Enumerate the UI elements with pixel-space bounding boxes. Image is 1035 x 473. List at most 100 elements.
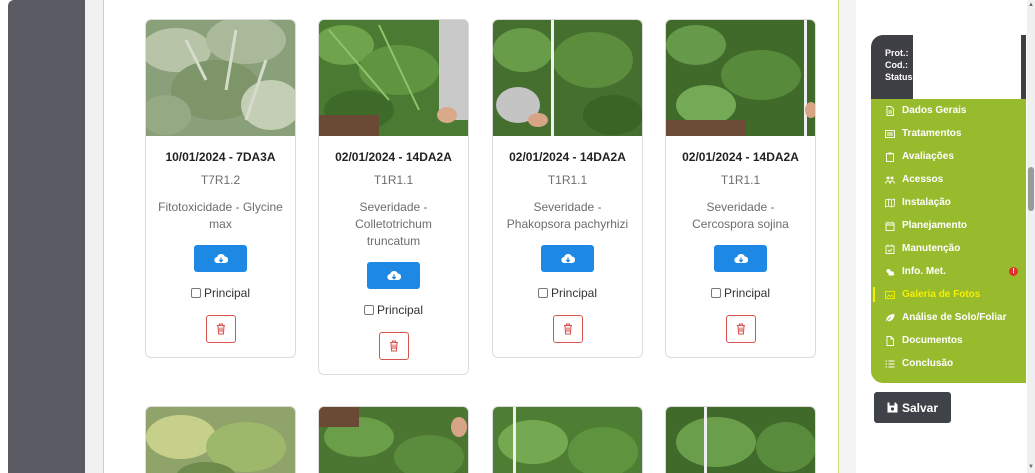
- download-button[interactable]: [194, 245, 247, 272]
- plant-photo[interactable]: [319, 407, 468, 473]
- right-gutter: [839, 0, 856, 473]
- photo-description: Fitotoxicidade - Glycine max: [158, 200, 283, 231]
- checklist-icon: [885, 360, 895, 367]
- redacted-area: [913, 35, 1021, 99]
- sidebar-item-label: Análise de Solo/Foliar: [902, 312, 1007, 323]
- plant-photo[interactable]: [319, 20, 468, 136]
- photo-date-title: 02/01/2024 - 14DA2A: [335, 150, 452, 164]
- principal-label: Principal: [376, 303, 424, 317]
- sidebar-item-label: Galeria de Fotos: [902, 289, 981, 300]
- sidebar-item-tratamentos[interactable]: Tratamentos: [871, 122, 1026, 145]
- sidebar-item-conclusao[interactable]: Conclusão: [871, 352, 1026, 375]
- sidebar-item-manutencao[interactable]: Manutenção: [871, 237, 1026, 260]
- sidebar-item-label: Instalação: [902, 197, 951, 208]
- clipboard-icon: [886, 152, 894, 162]
- download-button[interactable]: [541, 245, 594, 272]
- trash-icon: [216, 323, 225, 335]
- map-icon: [885, 197, 895, 208]
- sidebar-item-galeria-de-fotos[interactable]: Galeria de Fotos: [871, 283, 1026, 306]
- app-page: 10/01/2024 - 7DA3A T7R1.2 Fitotoxicidade…: [0, 0, 1035, 473]
- photo-card: [145, 406, 296, 473]
- sidebar-item-planejamento[interactable]: Planejamento: [871, 214, 1026, 237]
- principal-checkbox[interactable]: [190, 288, 201, 298]
- sidebar-item-label: Planejamento: [902, 220, 968, 231]
- left-gutter: [85, 0, 103, 473]
- principal-checkbox-row[interactable]: Principal: [493, 286, 642, 300]
- principal-label: Principal: [203, 286, 251, 300]
- warning-badge-icon: !: [1009, 267, 1018, 276]
- photo-card: 02/01/2024 - 14DA2A T1R1.1 Severidade - …: [318, 19, 469, 375]
- photo-code: T1R1.1: [720, 173, 761, 187]
- photo-description: Severidade - Cercospora sojina: [692, 200, 789, 231]
- weather-icon: [886, 268, 895, 275]
- sidebar-item-avaliacoes[interactable]: Avaliações: [871, 145, 1026, 168]
- save-button[interactable]: Salvar: [874, 392, 951, 423]
- delete-button[interactable]: [205, 315, 236, 343]
- photo-code: T1R1.1: [373, 173, 414, 187]
- photo-card: [492, 406, 643, 473]
- delete-button[interactable]: [378, 332, 409, 360]
- sidebar-item-label: Dados Gerais: [902, 105, 967, 116]
- sidebar-item-label: Manutenção: [902, 243, 961, 254]
- photo-code: T7R1.2: [200, 173, 241, 187]
- principal-checkbox[interactable]: [363, 305, 374, 315]
- photo-date-title: 02/01/2024 - 14DA2A: [509, 150, 626, 164]
- principal-checkbox[interactable]: [710, 288, 721, 298]
- photo-description: Severidade - Phakopsora pachyrhizi: [506, 200, 629, 231]
- photo-card: 02/01/2024 - 14DA2A T1R1.1 Severidade - …: [492, 19, 643, 358]
- sidebar-item-documentos[interactable]: Documentos: [871, 329, 1026, 352]
- file-icon: [886, 105, 894, 116]
- principal-checkbox-row[interactable]: Principal: [666, 286, 815, 300]
- right-sidebar: Prot.: Cod.: Status: Dados Gerais Tratam…: [856, 0, 1035, 473]
- sidebar-item-label: Conclusão: [902, 358, 954, 369]
- document-icon: [886, 335, 894, 346]
- principal-checkbox-row[interactable]: Principal: [146, 286, 295, 300]
- download-button[interactable]: [714, 245, 767, 272]
- scroll-up-icon[interactable]: ▲: [1028, 2, 1034, 8]
- protocol-header: Prot.: Cod.: Status:: [871, 35, 1026, 99]
- sidebar-item-instalacao[interactable]: Instalação: [871, 191, 1026, 214]
- cloud-download-icon: [213, 253, 228, 264]
- plant-photo[interactable]: [146, 407, 295, 473]
- left-dark-panel: [8, 0, 85, 473]
- principal-checkbox[interactable]: [537, 288, 548, 298]
- delete-button[interactable]: [725, 315, 756, 343]
- photo-card: 10/01/2024 - 7DA3A T7R1.2 Fitotoxicidade…: [145, 19, 296, 358]
- photo-card: 02/01/2024 - 14DA2A T1R1.1 Severidade - …: [665, 19, 816, 358]
- plant-photo[interactable]: [493, 20, 642, 136]
- trash-icon: [563, 323, 572, 335]
- sidebar-item-info-met[interactable]: Info. Met. !: [871, 260, 1026, 283]
- principal-checkbox-row[interactable]: Principal: [319, 303, 468, 317]
- plant-photo[interactable]: [146, 20, 295, 136]
- floppy-disk-icon: [887, 402, 898, 413]
- photo-date-title: 10/01/2024 - 7DA3A: [165, 150, 276, 164]
- cloud-download-icon: [560, 253, 575, 264]
- sidebar-item-analise-solo-foliar[interactable]: Análise de Solo/Foliar: [871, 306, 1026, 329]
- sidebar-item-label: Tratamentos: [902, 128, 962, 139]
- delete-button[interactable]: [552, 315, 583, 343]
- calendar-check-icon: [885, 244, 895, 254]
- principal-label: Principal: [723, 286, 771, 300]
- plant-photo[interactable]: [493, 407, 642, 473]
- sidebar-menu: Prot.: Cod.: Status: Dados Gerais Tratam…: [871, 35, 1026, 383]
- sidebar-item-dados-gerais[interactable]: Dados Gerais: [871, 99, 1026, 122]
- save-label: Salvar: [901, 400, 939, 415]
- sidebar-item-acessos[interactable]: Acessos: [871, 168, 1026, 191]
- sidebar-item-label: Info. Met.: [902, 266, 946, 277]
- list-icon: [885, 129, 895, 138]
- scroll-down-icon[interactable]: ▼: [1028, 464, 1034, 470]
- photo-code: T1R1.1: [547, 173, 588, 187]
- plant-photo[interactable]: [666, 20, 815, 136]
- scrollbar-thumb[interactable]: [1028, 167, 1034, 211]
- sidebar-item-label: Documentos: [902, 335, 963, 346]
- trash-icon: [389, 340, 398, 352]
- principal-label: Principal: [550, 286, 598, 300]
- plant-photo[interactable]: [666, 407, 815, 473]
- photo-card: [318, 406, 469, 473]
- page-scrollbar[interactable]: [1027, 0, 1035, 473]
- cloud-download-icon: [386, 270, 401, 281]
- photo-date-title: 02/01/2024 - 14DA2A: [682, 150, 799, 164]
- users-icon: [885, 176, 895, 184]
- download-button[interactable]: [367, 262, 420, 289]
- photo-gallery: 10/01/2024 - 7DA3A T7R1.2 Fitotoxicidade…: [103, 0, 839, 473]
